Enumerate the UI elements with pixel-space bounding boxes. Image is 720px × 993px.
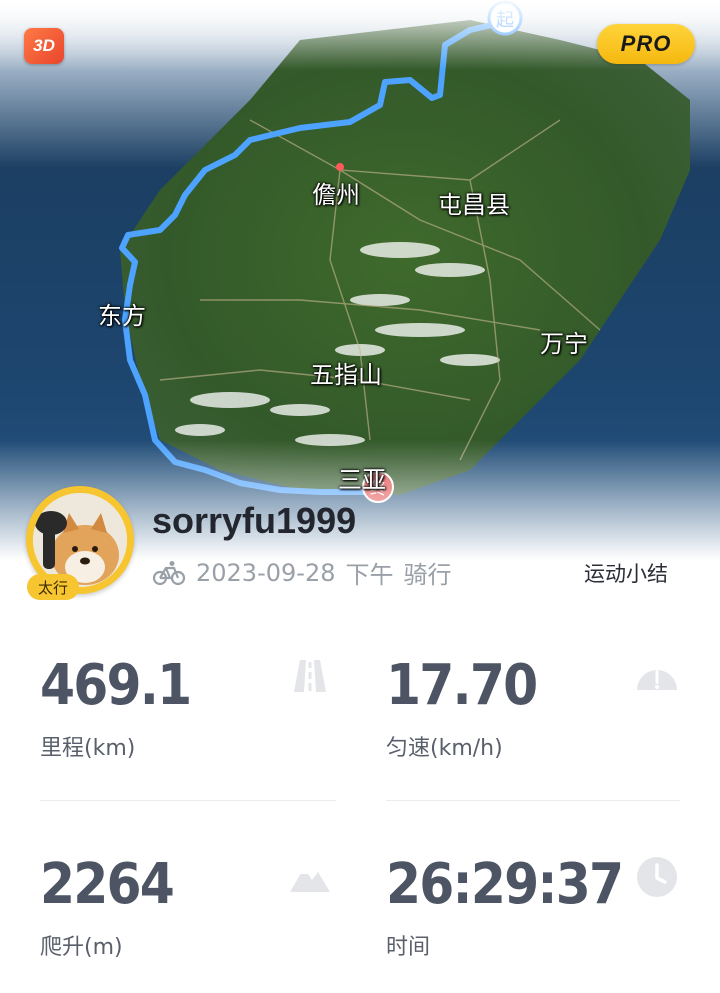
mountain-icon [290,868,330,892]
activity-date: 2023-09-28 [196,558,336,587]
stat-duration-label: 时间 [386,935,431,960]
clock-icon [637,857,677,897]
stats-divider-right [386,800,680,801]
stat-speed-value: 17.70 [386,653,538,718]
activity-type: 骑行 [403,561,452,589]
map-label-danzhou: 儋州 [312,181,360,209]
username: sorryfu1999 [152,500,357,541]
stat-speed-label: 匀速(km/h) [386,736,503,761]
activity-meta: 2023-09-28 下午 骑行 [152,555,451,590]
stat-speed: 17.70 匀速(km/h) [386,656,553,762]
stat-duration-value: 26:29:37 [386,852,624,917]
activity-time-of-day: 下午 [345,561,394,589]
city-dot [336,163,344,171]
speedometer-icon [637,670,677,690]
road-icon [294,660,326,692]
avatar-tag: 太行 [27,574,79,600]
stat-climb: 2264 爬升(m) [40,855,188,961]
bicycle-icon [152,560,186,585]
map-label-sanya: 三亚 [338,466,386,494]
map-label-wanning: 万宁 [540,330,588,358]
pro-badge-button[interactable]: PRO [597,24,695,64]
map-label-tunchang: 屯昌县 [438,191,510,219]
stat-climb-value: 2264 [40,852,175,917]
stat-distance: 469.1 里程(km) [40,656,207,762]
activity-summary-link[interactable]: 运动小结 [584,558,668,588]
stat-distance-value: 469.1 [40,653,192,718]
stats-divider-left [40,800,336,801]
dog-avatar-icon [33,493,127,587]
route-map[interactable]: 起 终 儋州 屯昌县 东方 万宁 五指山 三亚 3D PRO [0,0,720,560]
stat-distance-label: 里程(km) [40,736,136,761]
stat-duration: 26:29:37 时间 [386,855,649,961]
stat-climb-label: 爬升(m) [40,935,123,960]
3d-toggle-button[interactable]: 3D [24,28,64,64]
map-label-dongfang: 东方 [98,302,146,330]
map-label-wuzhishan: 五指山 [310,361,382,389]
